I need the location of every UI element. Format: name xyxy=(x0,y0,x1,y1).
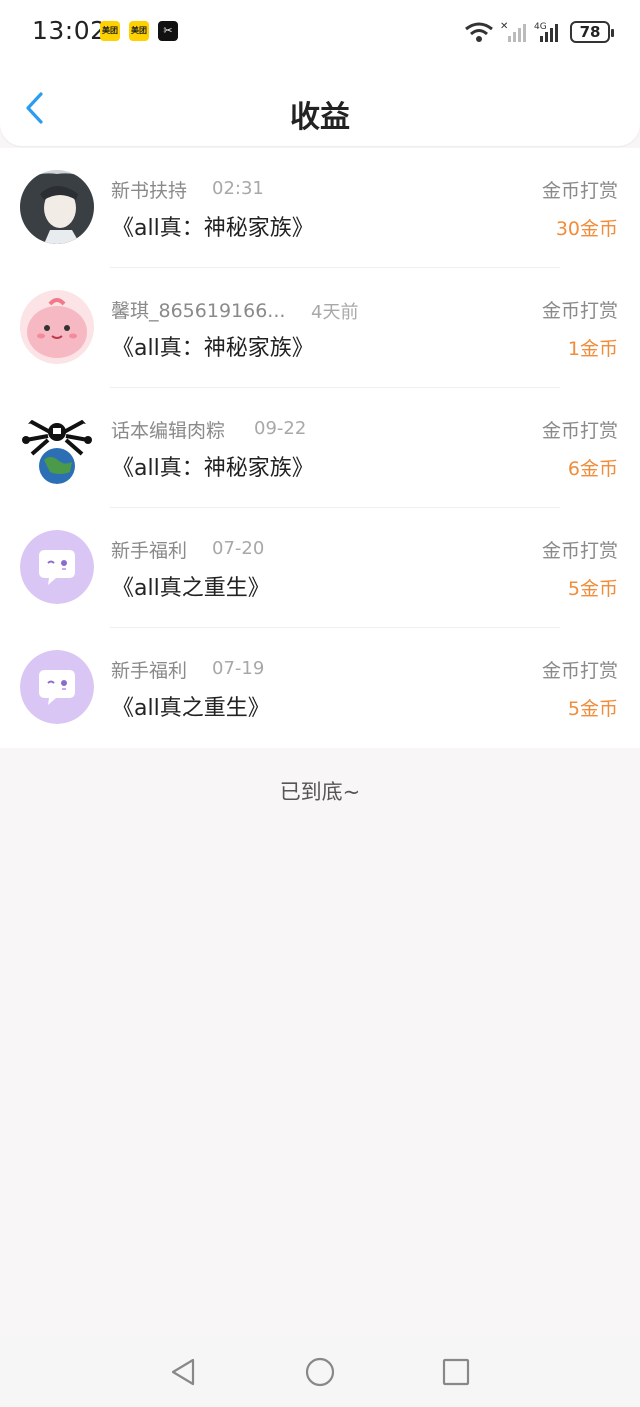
list-item[interactable]: 话本编辑肉粽 09-22 《all真：神秘家族》 金币打赏 6金币 xyxy=(0,388,640,508)
top-bar: 13:02 美团 美团 ✂ ✕ 4G 78 收益 xyxy=(0,0,640,146)
sender-name: 馨琪_865619166... xyxy=(111,300,286,322)
book-title: 《all真：神秘家族》 xyxy=(112,216,314,241)
reward-amount: 1金币 xyxy=(567,338,618,360)
header: 收益 xyxy=(0,64,640,146)
item-time: 02:31 xyxy=(212,178,264,199)
page-title: 收益 xyxy=(290,100,350,135)
book-title: 《all真之重生》 xyxy=(112,576,270,601)
item-time: 09-22 xyxy=(254,418,307,439)
status-indicators: ✕ 4G 78 xyxy=(464,18,614,46)
battery-indicator: 78 xyxy=(570,21,614,43)
reward-type: 金币打赏 xyxy=(541,300,618,322)
reward-amount: 6金币 xyxy=(567,458,618,480)
avatar[interactable] xyxy=(20,170,94,244)
meituan-icon: 美团 xyxy=(100,21,120,41)
nav-recents-button[interactable] xyxy=(441,1357,471,1387)
anime-character-avatar xyxy=(20,170,94,244)
reward-type: 金币打赏 xyxy=(541,180,618,202)
item-time: 07-19 xyxy=(212,658,265,679)
chat-bubble-avatar xyxy=(20,530,94,604)
status-bar: 13:02 美团 美团 ✂ ✕ 4G 78 xyxy=(0,0,640,64)
reward-amount: 5金币 xyxy=(567,578,618,600)
item-time: 4天前 xyxy=(311,302,359,323)
list-item[interactable]: 新手福利 07-20 《all真之重生》 金币打赏 5金币 xyxy=(0,508,640,628)
avatar[interactable] xyxy=(20,290,94,364)
list-item[interactable]: 新书扶持 02:31 《all真：神秘家族》 金币打赏 30金币 xyxy=(0,148,640,268)
signal-no-sim-icon: ✕ xyxy=(500,21,526,42)
earnings-list: 新书扶持 02:31 《all真：神秘家族》 金币打赏 30金币 馨琪_8656… xyxy=(0,148,640,748)
avatar[interactable] xyxy=(20,530,94,604)
item-time: 07-20 xyxy=(212,538,265,559)
reward-type: 金币打赏 xyxy=(541,660,618,682)
svg-text:✕: ✕ xyxy=(500,21,508,32)
sender-name: 新手福利 xyxy=(111,660,188,682)
book-title: 《all真：神秘家族》 xyxy=(112,336,314,361)
earth-meme-avatar xyxy=(20,410,94,484)
sender-name: 新手福利 xyxy=(111,540,188,562)
nav-home-button[interactable] xyxy=(305,1357,335,1387)
avatar[interactable] xyxy=(20,650,94,724)
reward-amount: 30金币 xyxy=(555,218,618,240)
reward-type: 金币打赏 xyxy=(541,540,618,562)
sender-name: 新书扶持 xyxy=(111,180,188,202)
reward-type: 金币打赏 xyxy=(541,420,618,442)
status-time: 13:02 xyxy=(32,16,107,45)
wifi-icon xyxy=(465,22,493,42)
chat-bubble-avatar xyxy=(20,650,94,724)
pink-creature-avatar xyxy=(20,290,94,364)
signal-4g-icon: 4G xyxy=(534,22,558,42)
home-circle-icon xyxy=(305,1357,335,1387)
avatar[interactable] xyxy=(20,410,94,484)
reward-amount: 5金币 xyxy=(567,698,618,720)
book-title: 《all真：神秘家族》 xyxy=(112,456,314,481)
list-item[interactable]: 馨琪_865619166... 4天前 《all真：神秘家族》 金币打赏 1金币 xyxy=(0,268,640,388)
sender-name: 话本编辑肉粽 xyxy=(111,420,226,442)
book-title: 《all真之重生》 xyxy=(112,696,270,721)
system-nav-bar xyxy=(0,1337,640,1407)
nav-back-button[interactable] xyxy=(168,1357,198,1387)
meituan-icon: 美团 xyxy=(129,21,149,41)
end-of-list-text: 已到底~ xyxy=(279,780,361,804)
recents-square-icon xyxy=(442,1358,470,1386)
back-triangle-icon xyxy=(171,1358,195,1386)
svg-text:4G: 4G xyxy=(534,22,547,32)
capcut-icon: ✂ xyxy=(158,21,178,41)
list-item[interactable]: 新手福利 07-19 《all真之重生》 金币打赏 5金币 xyxy=(0,628,640,748)
